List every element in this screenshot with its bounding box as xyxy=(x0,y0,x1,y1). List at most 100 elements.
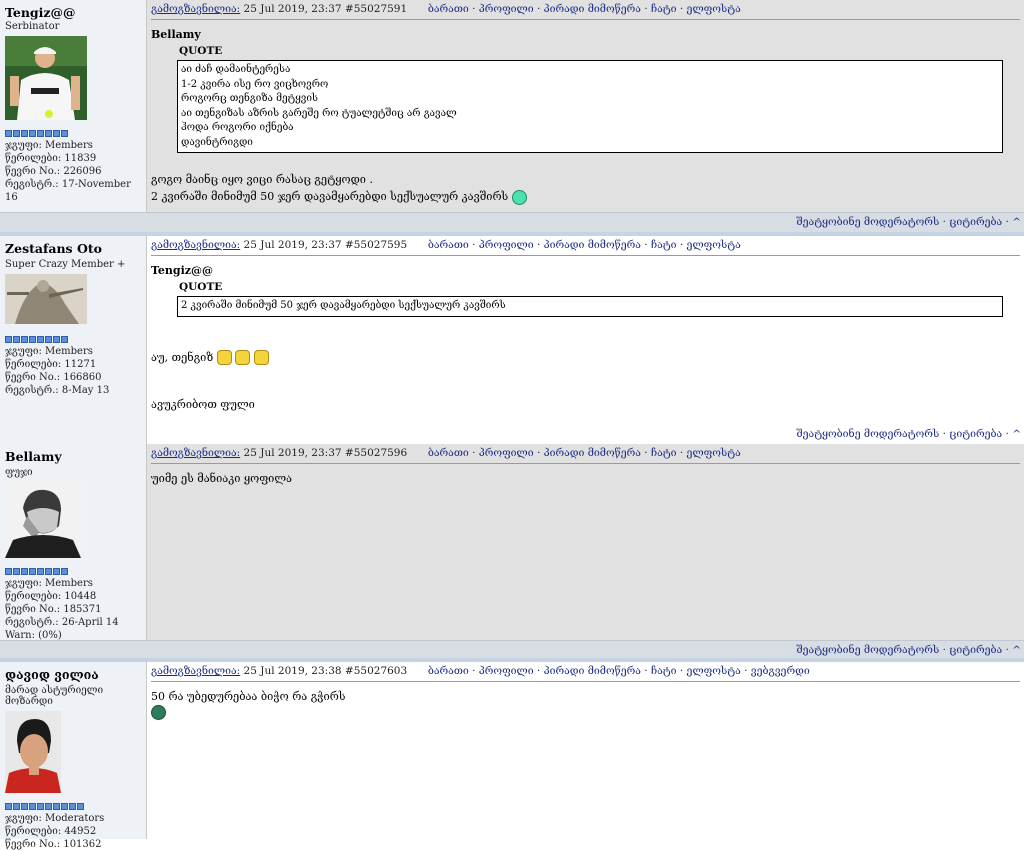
action-email[interactable]: ელფოსტა xyxy=(687,239,741,251)
author-group: ჯგუფი: Members xyxy=(5,346,93,357)
post-body: გამოგზავნილია: 25 Jul 2019, 23:37 #55027… xyxy=(146,444,1024,640)
quote-label: QUOTE xyxy=(179,281,223,293)
rank-pip xyxy=(21,130,28,137)
author-member-no: წევრი No.: 226096 xyxy=(5,166,102,177)
author-name[interactable]: დავიდ ვილია xyxy=(5,667,143,682)
action-card[interactable]: ბარათი xyxy=(428,3,469,15)
action-chat[interactable]: ჩატი xyxy=(651,3,677,15)
author-group: ჯგუფი: Moderators xyxy=(5,813,105,824)
author-group: ჯგუფი: Members xyxy=(5,140,93,151)
post-id[interactable]: #55027596 xyxy=(345,447,407,459)
action-pm[interactable]: პირადი მიმოწერა xyxy=(544,239,641,251)
rank-pip xyxy=(45,803,52,810)
author-title: მარად ასტურიელი მოზარდი xyxy=(5,685,104,707)
author-name[interactable]: Zestafans Oto xyxy=(5,241,143,256)
post-2: Zestafans Oto Super Crazy Member + ჯგუფი… xyxy=(0,236,1024,444)
post-body: გამოგზავნილია: 25 Jul 2019, 23:38 #55027… xyxy=(146,662,1024,839)
rank-pip xyxy=(5,568,12,575)
rank-pip xyxy=(53,336,60,343)
rank-pip xyxy=(13,803,20,810)
action-email[interactable]: ელფოსტა xyxy=(687,447,741,459)
action-card[interactable]: ბარათი xyxy=(428,239,469,251)
post-date-label[interactable]: გამოგზავნილია: xyxy=(151,239,240,251)
action-card[interactable]: ბარათი xyxy=(428,665,469,677)
facepalm-icon xyxy=(216,350,232,365)
post-date: 25 Jul 2019, 23:37 xyxy=(243,447,342,459)
post-footer-links[interactable]: შეატყობინე მოდერატორს · ციტირება · ^ xyxy=(796,216,1021,228)
post-text-line: გოგო მაინც იყო ვიცი რასაც გეტყოდი . xyxy=(151,173,373,186)
rank-pip xyxy=(13,130,20,137)
author-member-no: წევრი No.: 185371 xyxy=(5,604,102,615)
post-footer-links[interactable]: შეატყობინე მოდერატორს · ციტირება · ^ xyxy=(796,428,1021,440)
rank-pip xyxy=(21,803,28,810)
post-text-line: უიმე ეს მანიაკი ყოფილა xyxy=(151,472,293,485)
rank-pip xyxy=(21,336,28,343)
author-member-no: წევრი No.: 166860 xyxy=(5,372,102,383)
quote-line: 2 კვირაში მინიმუმ 50 ჯერ დავამყარებდი სე… xyxy=(181,300,506,311)
author-registered: რეგისტრ.: 26-April 14 xyxy=(5,617,119,628)
action-profile[interactable]: პროფილი xyxy=(479,3,534,15)
action-profile[interactable]: პროფილი xyxy=(479,665,534,677)
post-footer-links[interactable]: შეატყობინე მოდერატორს · ციტირება · ^ xyxy=(796,644,1021,656)
post-date-label[interactable]: გამოგზავნილია: xyxy=(151,3,240,15)
post-body: გამოგზავნილია: 25 Jul 2019, 23:37 #55027… xyxy=(146,236,1024,444)
rank-pip xyxy=(61,803,68,810)
post-text-line: ავუკრიბოთ ფული xyxy=(151,397,255,411)
rank-pip xyxy=(29,336,36,343)
rank-pip xyxy=(61,336,68,343)
rank-pip xyxy=(45,336,52,343)
quote-line: დავინტრიგდი xyxy=(181,136,253,148)
action-pm[interactable]: პირადი მიმოწერა xyxy=(544,665,641,677)
author-post-count: წერილები: 44952 xyxy=(5,826,97,837)
action-chat[interactable]: ჩატი xyxy=(651,665,677,677)
rank-pip xyxy=(5,130,12,137)
action-website[interactable]: ვებგვერდი xyxy=(751,665,810,677)
rank-pip xyxy=(37,130,44,137)
laughing-smiley-icon xyxy=(151,705,166,720)
author-name[interactable]: Tengiz@@ xyxy=(5,5,143,20)
quote-line: ჰოდა როგორი იქნება xyxy=(181,122,294,133)
post-header: გამოგზავნილია: 25 Jul 2019, 23:37 #55027… xyxy=(151,239,1020,256)
post-4: დავიდ ვილია მარად ასტურიელი მოზარდი ჯგუფ… xyxy=(0,662,1024,850)
post-1: Tengiz@@ Serbinator ჯგუფი: Members წერილ… xyxy=(0,0,1024,232)
rank-pips xyxy=(5,336,143,343)
emoticon-row xyxy=(151,705,1020,720)
author-title: Super Crazy Member + xyxy=(5,259,126,270)
quote-line: აი თენგიზას აზრის გარეშე რო ტუალეტშიც არ… xyxy=(181,107,457,119)
post-id[interactable]: #55027591 xyxy=(345,3,407,15)
rank-pip xyxy=(5,336,12,343)
rank-pips xyxy=(5,568,143,575)
author-title: ფუჯი xyxy=(5,467,33,478)
action-profile[interactable]: პროფილი xyxy=(479,239,534,251)
author-name[interactable]: Bellamy xyxy=(5,449,143,464)
author-avatar xyxy=(5,482,81,558)
action-profile[interactable]: პროფილი xyxy=(479,447,534,459)
action-pm[interactable]: პირადი მიმოწერა xyxy=(544,447,641,459)
post-id[interactable]: #55027595 xyxy=(345,239,407,251)
post-header: გამოგზავნილია: 25 Jul 2019, 23:37 #55027… xyxy=(151,447,1020,464)
action-pm[interactable]: პირადი მიმოწერა xyxy=(544,3,641,15)
post-date-label[interactable]: გამოგზავნილია: xyxy=(151,665,240,677)
post-date: 25 Jul 2019, 23:38 xyxy=(243,665,342,677)
action-chat[interactable]: ჩატი xyxy=(651,447,677,459)
quote-line: 1-2 კვირა ისე რო ვიცხოვრო xyxy=(181,78,329,90)
quote-label: QUOTE xyxy=(179,45,223,57)
post-text-line: 2 კვირაში მინიმუმ 50 ჯერ დავამყარებდი სე… xyxy=(151,190,509,203)
post-text-line: 50 რა უბედურებაა ბიჭო რა გჭირს xyxy=(151,690,346,703)
author-registered: რეგისტრ.: 8-May 13 xyxy=(5,385,110,396)
author-registered: რეგისტრ.: 17-November 16 xyxy=(5,179,131,203)
post-header: გამოგზავნილია: 25 Jul 2019, 23:37 #55027… xyxy=(151,3,1020,20)
author-avatar xyxy=(5,274,87,324)
action-email[interactable]: ელფოსტა xyxy=(687,665,741,677)
post-footer: შეატყობინე მოდერატორს · ციტირება · ^ xyxy=(0,640,1024,660)
smiley-icon xyxy=(511,189,527,205)
author-avatar xyxy=(5,711,61,793)
author-member-no: წევრი No.: 101362 xyxy=(5,839,102,850)
post-date-label[interactable]: გამოგზავნილია: xyxy=(151,447,240,459)
action-chat[interactable]: ჩატი xyxy=(651,239,677,251)
post-footer: შეატყობინე მოდერატორს · ციტირება · ^ xyxy=(0,212,1024,232)
action-email[interactable]: ელფოსტა xyxy=(687,3,741,15)
post-id[interactable]: #55027603 xyxy=(345,665,407,677)
action-card[interactable]: ბარათი xyxy=(428,447,469,459)
post-author-panel: Tengiz@@ Serbinator ჯგუფი: Members წერილ… xyxy=(0,0,146,212)
